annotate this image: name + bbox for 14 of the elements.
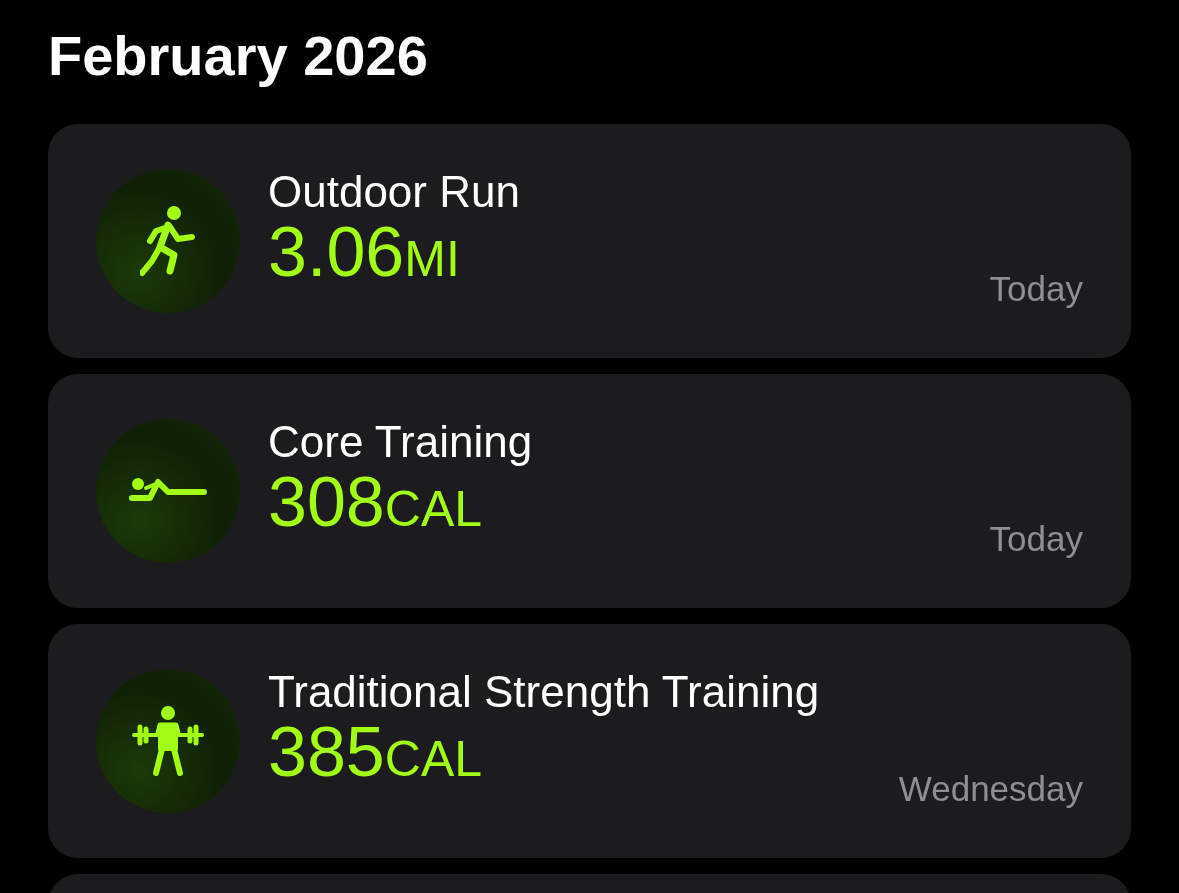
workout-value: 385CAL xyxy=(268,716,484,790)
workout-date: Today xyxy=(989,521,1083,560)
workout-name: Core Training xyxy=(268,418,534,467)
workout-name: Outdoor Run xyxy=(268,168,521,217)
runner-icon xyxy=(140,205,196,277)
workout-value: 308CAL xyxy=(268,466,483,540)
weightlifter-icon xyxy=(130,705,206,777)
workout-date: Wednesday xyxy=(898,771,1083,810)
workout-date: Today xyxy=(989,271,1083,310)
workout-card[interactable]: Outdoor Run 3.06MI Today xyxy=(48,124,1131,358)
workout-card[interactable]: Core Training 308CAL Today xyxy=(48,374,1131,608)
workout-value: 3.06MI xyxy=(268,216,461,290)
workout-card[interactable]: Traditional Strength Training 385CAL Wednesday xyxy=(48,624,1131,858)
workout-name: Traditional Strength Training xyxy=(268,668,821,717)
